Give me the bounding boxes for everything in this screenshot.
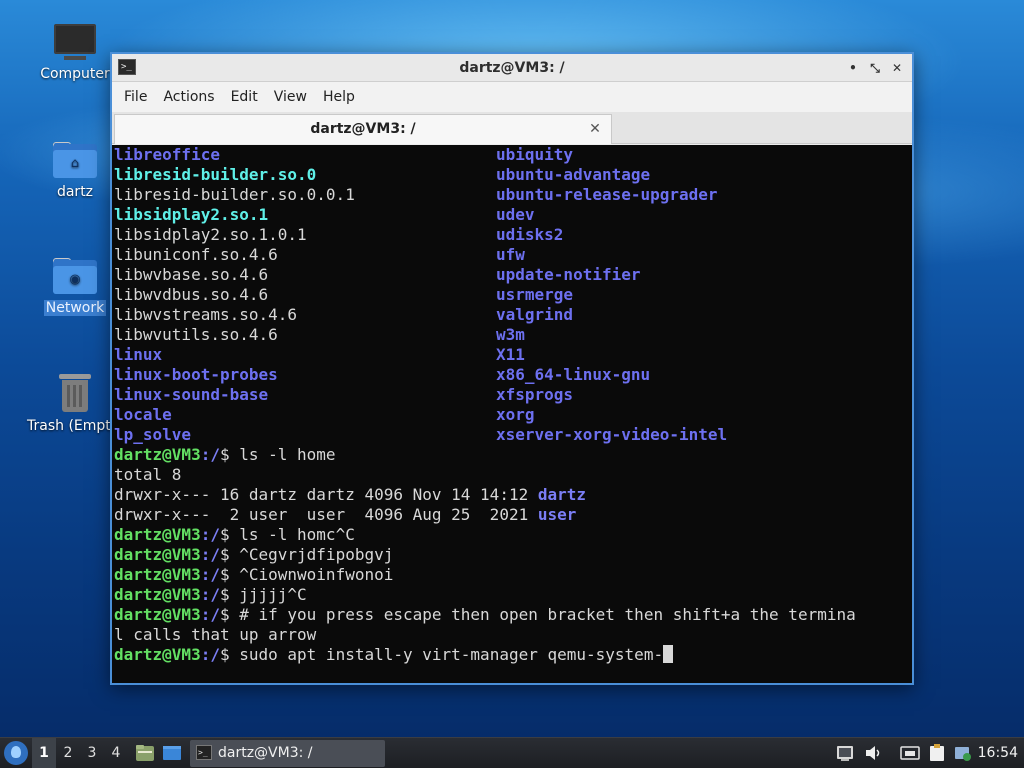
terminal-line: drwxr-x--- 16 dartz dartz 4096 Nov 14 14… bbox=[114, 485, 587, 504]
listing-entry: X11 bbox=[496, 345, 525, 364]
listing-entry: libsidplay2.so.1.0.1 bbox=[114, 225, 307, 244]
listing-entry: valgrind bbox=[496, 305, 574, 324]
terminal-line: libwvbase.so.4.6 update-notifier bbox=[114, 265, 641, 285]
volume-icon[interactable] bbox=[864, 744, 882, 762]
listing-entry: ubiquity bbox=[496, 145, 574, 164]
terminal-window[interactable]: >_ dartz@VM3: / • ⤡ ✕ File Actions Edit … bbox=[110, 52, 914, 685]
terminal-line: locale xorg bbox=[114, 405, 535, 425]
listing-entry: ubuntu-advantage bbox=[496, 165, 651, 184]
menu-actions[interactable]: Actions bbox=[155, 82, 222, 112]
menu-edit[interactable]: Edit bbox=[223, 82, 266, 112]
listing-entry: linux bbox=[114, 345, 163, 364]
workspace-1[interactable]: 1 bbox=[32, 738, 56, 768]
listing-entry: linux-boot-probes bbox=[114, 365, 278, 384]
listing-entry: update-notifier bbox=[496, 265, 641, 284]
menu-view[interactable]: View bbox=[266, 82, 315, 112]
terminal-line: libwvdbus.so.4.6 usrmerge bbox=[114, 285, 573, 305]
listing-entry: ufw bbox=[496, 245, 525, 264]
update-notifier-icon[interactable] bbox=[954, 744, 972, 762]
listing-entry: x86_64-linux-gnu bbox=[496, 365, 651, 384]
terminal-task-icon: >_ bbox=[196, 745, 212, 760]
terminal-line: linux X11 bbox=[114, 345, 525, 365]
menu-bar: File Actions Edit View Help bbox=[112, 82, 912, 112]
listing-entry: udisks2 bbox=[496, 225, 564, 244]
listing-entry: ubuntu-release-upgrader bbox=[496, 185, 718, 204]
listing-entry: libreoffice bbox=[114, 145, 220, 164]
terminal-line: libreoffice ubiquity bbox=[114, 145, 573, 165]
window-titlebar[interactable]: >_ dartz@VM3: / • ⤡ ✕ bbox=[112, 54, 912, 82]
listing-entry: libwvdbus.so.4.6 bbox=[114, 285, 269, 304]
listing-entry: libwvstreams.so.4.6 bbox=[114, 305, 298, 324]
terminal-cursor bbox=[663, 645, 674, 663]
terminal-line: libsidplay2.so.1 udev bbox=[114, 205, 535, 225]
taskbar-task-terminal[interactable]: >_ dartz@VM3: / bbox=[190, 740, 385, 767]
computer-icon bbox=[54, 24, 96, 62]
terminal-line: libwvutils.so.4.6 w3m bbox=[114, 325, 525, 345]
terminal-line: linux-sound-base xfsprogs bbox=[114, 385, 573, 405]
menu-help[interactable]: Help bbox=[315, 82, 363, 112]
listing-entry: libwvbase.so.4.6 bbox=[114, 265, 269, 284]
terminal-line: libresid-builder.so.0.0.1 ubuntu-release-… bbox=[114, 185, 718, 205]
terminal-line: dartz@VM3:/$ ls -l home bbox=[114, 445, 336, 464]
terminal-line: dartz@VM3:/$ # if you press escape then … bbox=[114, 605, 856, 624]
desktop-icon-label: Network bbox=[43, 300, 107, 316]
listing-entry: libsidplay2.so.1 bbox=[114, 205, 269, 224]
listing-entry: lp_solve bbox=[114, 425, 192, 444]
tab-close-icon[interactable]: ✕ bbox=[587, 120, 603, 138]
listing-entry: libwvutils.so.4.6 bbox=[114, 325, 278, 344]
terminal-line: libuniconf.so.4.6 ufw bbox=[114, 245, 525, 265]
listing-entry: libuniconf.so.4.6 bbox=[114, 245, 278, 264]
terminal-line: dartz@VM3:/$ jjjjj^C bbox=[114, 585, 307, 604]
listing-entry: udev bbox=[496, 205, 535, 224]
taskbar: 1 2 3 4 >_ dartz@VM3: / 16:54 bbox=[0, 737, 1024, 768]
trash-icon bbox=[57, 374, 93, 414]
terminal-current-line[interactable]: dartz@VM3:/$ sudo apt install-y virt-man… bbox=[114, 645, 674, 665]
terminal-line: l calls that up arrow bbox=[114, 625, 317, 644]
listing-entry: xorg bbox=[496, 405, 535, 424]
listing-entry: locale bbox=[114, 405, 172, 424]
home-folder-icon: ⌂ bbox=[53, 142, 97, 180]
terminal-line: dartz@VM3:/$ ^Ciownwoinfwonoi bbox=[114, 565, 394, 584]
menu-file[interactable]: File bbox=[116, 82, 155, 112]
workspace-3[interactable]: 3 bbox=[80, 738, 104, 768]
tab-label: dartz@VM3: / bbox=[310, 121, 416, 137]
minimize-button[interactable]: • bbox=[844, 58, 862, 78]
network-folder-icon: ◉ bbox=[53, 258, 97, 296]
terminal-line: linux-boot-probes x86_64-linux-gnu bbox=[114, 365, 650, 385]
keyboard-layout-icon[interactable] bbox=[900, 744, 920, 762]
listing-entry: xserver-xorg-video-intel bbox=[496, 425, 728, 444]
listing-entry: libresid-builder.so.0.0.1 bbox=[114, 185, 355, 204]
workspace-4[interactable]: 4 bbox=[104, 738, 128, 768]
listing-entry: linux-sound-base bbox=[114, 385, 269, 404]
terminal-line: dartz@VM3:/$ ^Cegvrjdfipobgvj bbox=[114, 545, 394, 564]
listing-entry: xfsprogs bbox=[496, 385, 574, 404]
clipboard-icon[interactable] bbox=[928, 744, 946, 762]
terminal-line: drwxr-x--- 2 user user 4096 Aug 25 2021 … bbox=[114, 505, 577, 524]
tab-terminal[interactable]: dartz@VM3: / ✕ bbox=[114, 114, 612, 144]
terminal-line: libresid-builder.so.0 ubuntu-advantage bbox=[114, 165, 650, 185]
listing-entry: w3m bbox=[496, 325, 525, 344]
file-manager-icon[interactable] bbox=[135, 744, 155, 762]
tab-bar: dartz@VM3: / ✕ bbox=[112, 112, 912, 144]
terminal-output[interactable]: libreoffice ubiquity libresid-builder.so.0… bbox=[112, 145, 912, 683]
clock[interactable]: 16:54 bbox=[978, 738, 1018, 768]
close-button[interactable]: ✕ bbox=[888, 58, 906, 78]
taskbar-task-label: dartz@VM3: / bbox=[218, 745, 313, 761]
terminal-line: lp_solve xserver-xorg-video-intel bbox=[114, 425, 727, 445]
show-desktop-icon[interactable] bbox=[162, 744, 182, 762]
network-manager-icon[interactable] bbox=[836, 744, 854, 762]
maximize-button[interactable]: ⤡ bbox=[866, 58, 884, 78]
listing-entry: libresid-builder.so.0 bbox=[114, 165, 317, 184]
window-title: dartz@VM3: / bbox=[459, 60, 565, 76]
desktop-icon-label: dartz bbox=[56, 184, 94, 200]
desktop-icon-label: Computer bbox=[40, 66, 110, 82]
listing-entry: usrmerge bbox=[496, 285, 574, 304]
terminal-line: libwvstreams.so.4.6 valgrind bbox=[114, 305, 573, 325]
terminal-line: libsidplay2.so.1.0.1 udisks2 bbox=[114, 225, 563, 245]
terminal-line: dartz@VM3:/$ ls -l homc^C bbox=[114, 525, 355, 544]
start-menu-icon[interactable] bbox=[4, 741, 28, 765]
terminal-line: total 8 bbox=[114, 465, 182, 484]
workspace-2[interactable]: 2 bbox=[56, 738, 80, 768]
